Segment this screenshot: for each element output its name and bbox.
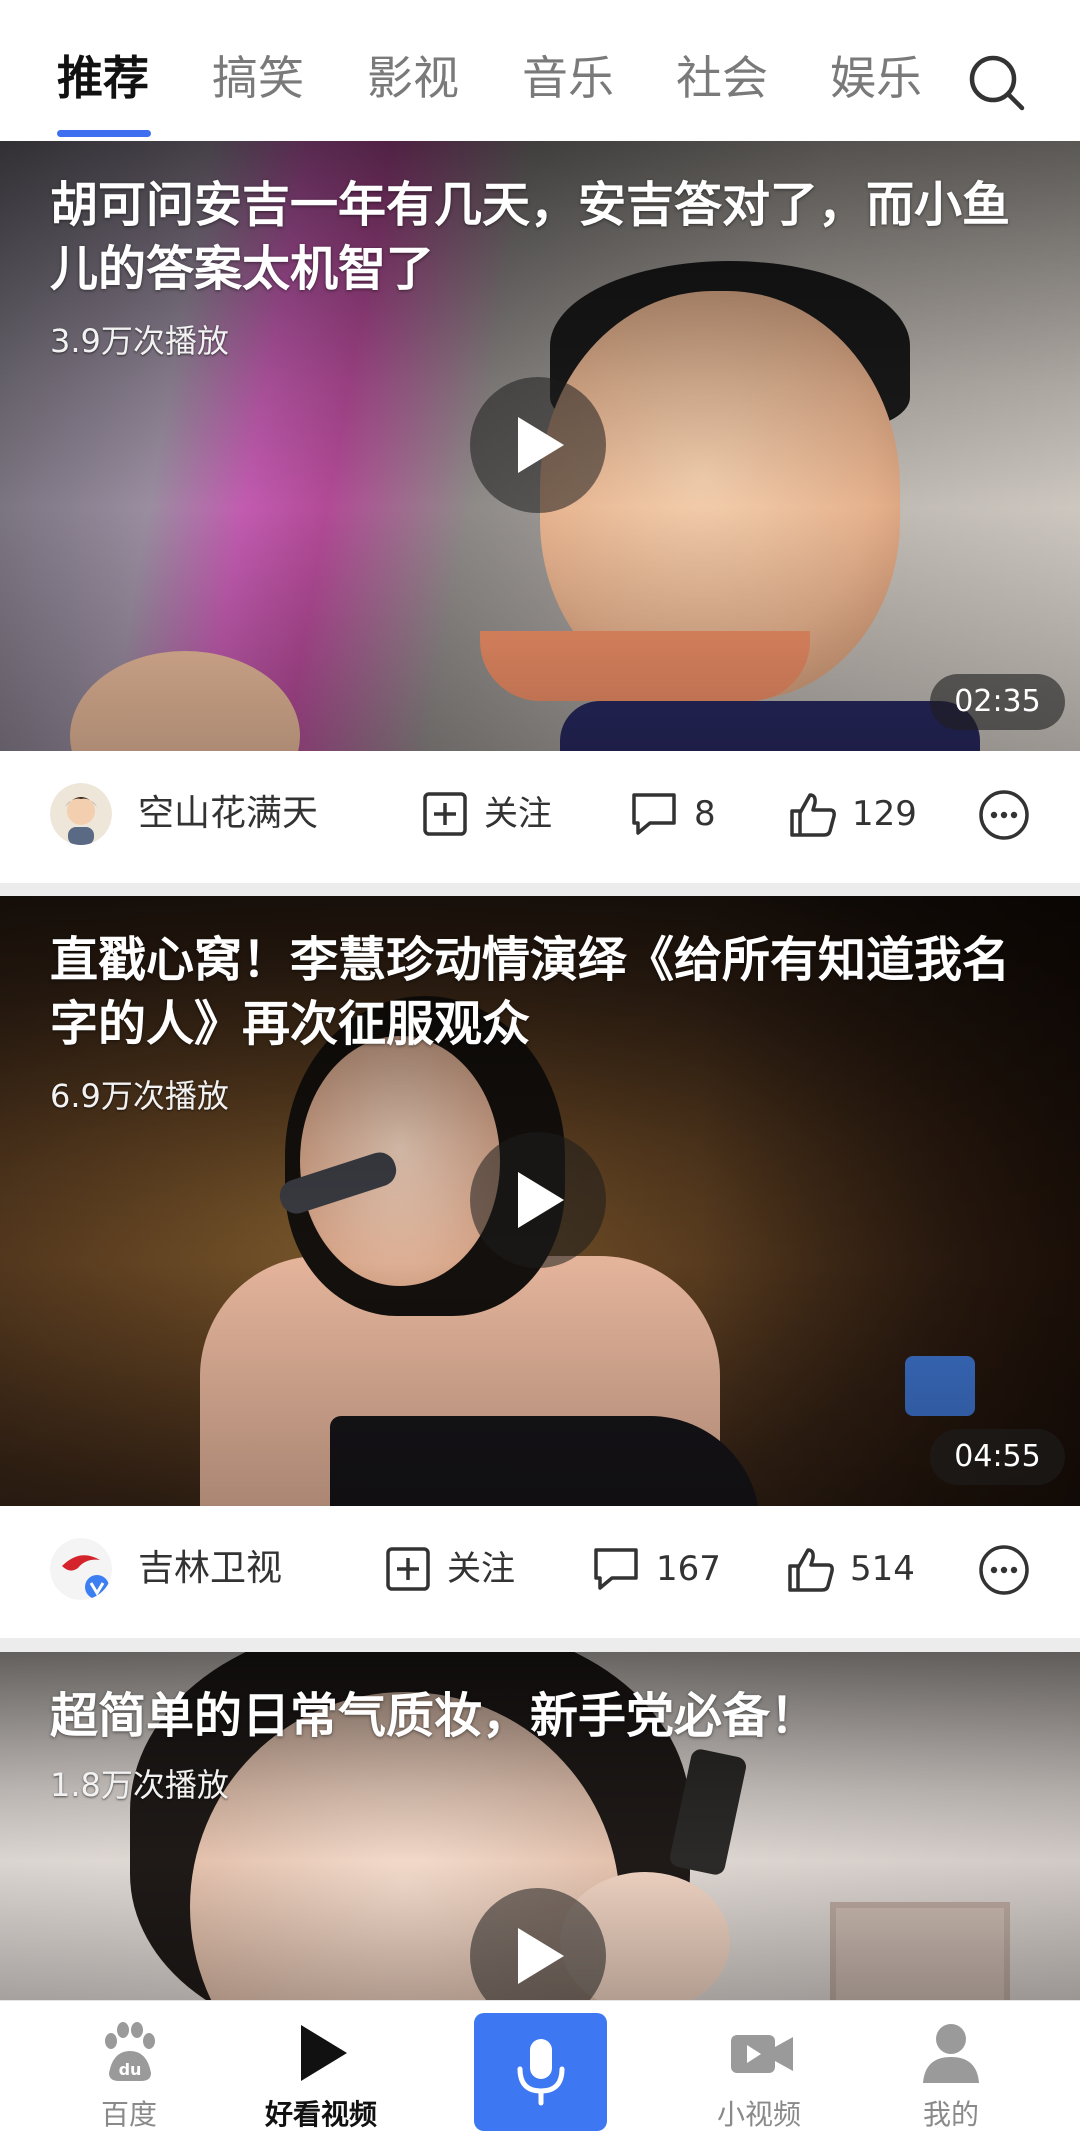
user-icon — [923, 2024, 979, 2083]
svg-text:du: du — [119, 2060, 142, 2079]
video-title[interactable]: 直戳心窝！李慧珍动情演绎《给所有知道我名字的人》再次征服观众 — [50, 928, 1030, 1056]
more-dots-icon — [979, 790, 1029, 840]
video-meta-bar: 空山花满天 关注 8 129 — [0, 751, 1080, 883]
author-avatar[interactable] — [50, 1538, 112, 1600]
nav-me[interactable]: 我的 — [876, 2001, 1026, 2144]
video-title[interactable]: 胡可问安吉一年有几天，安吉答对了，而小鱼儿的答案太机智了 — [50, 173, 1030, 301]
nav-baidu[interactable]: du 百度 — [54, 2001, 204, 2144]
tab-music[interactable]: 音乐 — [522, 48, 614, 108]
video-thumbnail[interactable]: 直戳心窝！李慧珍动情演绎《给所有知道我名字的人》再次征服观众 6.9万次播放 0… — [0, 896, 1080, 1506]
card-divider — [0, 1638, 1080, 1652]
play-icon — [301, 2025, 347, 2081]
top-tab-bar: 推荐 搞笑 影视 音乐 社会 娱乐 — [0, 0, 1080, 141]
play-icon — [518, 1928, 564, 1984]
tab-funny[interactable]: 搞笑 — [212, 48, 304, 108]
card-divider — [0, 883, 1080, 897]
play-button[interactable] — [470, 1132, 606, 1268]
search-button[interactable] — [967, 53, 1027, 113]
author-name[interactable]: 空山花满天 — [138, 789, 318, 839]
plus-box-icon — [386, 1547, 430, 1591]
nav-short-video[interactable]: 小视频 — [684, 2001, 834, 2144]
play-count: 1.8万次播放 — [50, 1766, 229, 1804]
comment-count: 167 — [656, 1549, 721, 1589]
like-count: 514 — [850, 1549, 915, 1589]
play-icon — [518, 417, 564, 473]
search-icon — [969, 55, 1025, 111]
plus-box-icon — [423, 792, 467, 836]
nav-label: 好看视频 — [264, 2098, 377, 2131]
video-meta-bar: 吉林卫视 关注 167 514 — [0, 1506, 1080, 1638]
microphone-icon — [517, 2039, 565, 2106]
thumbs-up-icon — [790, 793, 836, 837]
bottom-navigation: du 百度 好看视频 小视频 我的 — [0, 2000, 1080, 2144]
baidu-paw-icon: du — [105, 2022, 155, 2081]
more-options-button[interactable] — [978, 789, 1030, 841]
nav-label: 我的 — [922, 2098, 979, 2131]
follow-label: 关注 — [484, 794, 552, 834]
nav-haokan-video[interactable]: 好看视频 — [246, 2001, 396, 2144]
comment-icon — [632, 793, 676, 835]
voice-search-button[interactable] — [474, 2013, 607, 2131]
play-button[interactable] — [470, 377, 606, 513]
nav-label: 百度 — [100, 2098, 157, 2131]
more-dots-icon — [979, 1545, 1029, 1595]
video-thumbnail[interactable]: 胡可问安吉一年有几天，安吉答对了，而小鱼儿的答案太机智了 3.9万次播放 02:… — [0, 141, 1080, 751]
follow-label: 关注 — [447, 1549, 515, 1589]
more-options-button[interactable] — [978, 1544, 1030, 1596]
tab-entertainment[interactable]: 娱乐 — [830, 48, 922, 108]
play-count: 6.9万次播放 — [50, 1077, 229, 1115]
video-thumbnail[interactable]: 超简单的日常气质妆，新手党必备！ 1.8万次播放 — [0, 1652, 1080, 2000]
video-title[interactable]: 超简单的日常气质妆，新手党必备！ — [50, 1684, 1030, 1748]
play-icon — [518, 1172, 564, 1228]
tab-film[interactable]: 影视 — [367, 48, 459, 108]
active-tab-indicator — [57, 130, 151, 137]
play-count: 3.9万次播放 — [50, 322, 229, 360]
author-avatar[interactable] — [50, 783, 112, 845]
tab-society[interactable]: 社会 — [676, 48, 768, 108]
video-camera-icon — [731, 2035, 793, 2073]
like-count: 129 — [852, 794, 917, 834]
author-name[interactable]: 吉林卫视 — [138, 1544, 282, 1594]
comment-count: 8 — [694, 794, 716, 834]
comment-icon — [594, 1548, 638, 1590]
video-duration: 04:55 — [930, 1429, 1065, 1485]
nav-label: 小视频 — [716, 2098, 801, 2131]
video-duration: 02:35 — [930, 674, 1065, 730]
thumbs-up-icon — [788, 1548, 834, 1592]
tab-recommend[interactable]: 推荐 — [57, 48, 149, 108]
